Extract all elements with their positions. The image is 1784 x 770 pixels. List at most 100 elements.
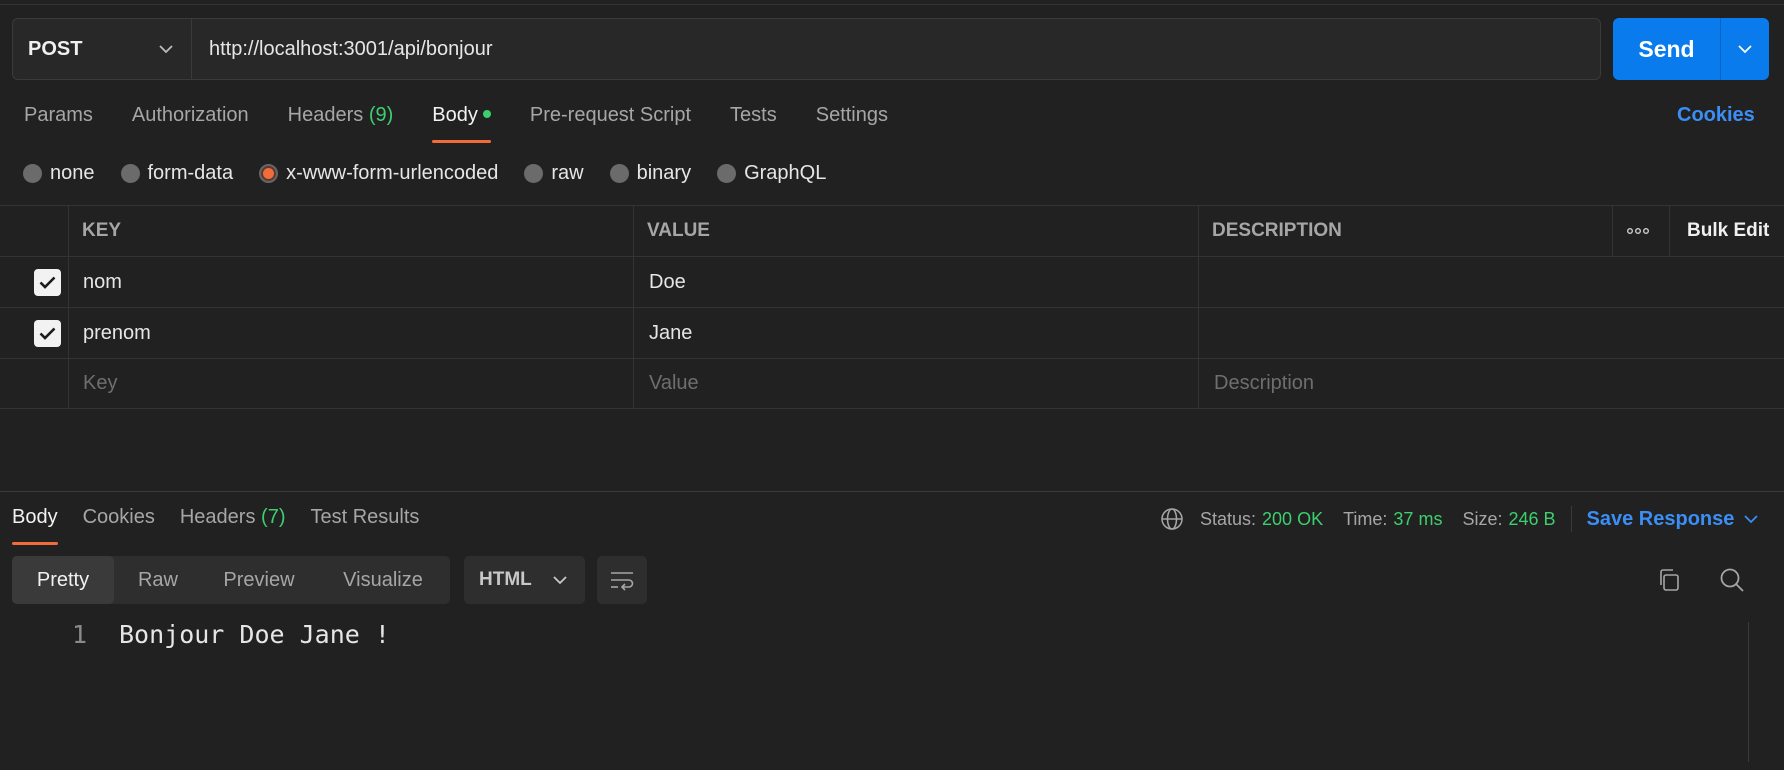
key-value-table: KEY VALUE DESCRIPTION Bulk Edit nom Doe … bbox=[0, 205, 1784, 409]
request-bar: POST http://localhost:3001/api/bonjour bbox=[12, 18, 1601, 80]
column-divider bbox=[1669, 206, 1670, 256]
radio-circle bbox=[23, 164, 42, 183]
column-divider bbox=[1198, 308, 1199, 358]
column-divider bbox=[633, 359, 634, 408]
tab-headers[interactable]: Headers (9) bbox=[288, 104, 394, 144]
status-value[interactable]: 200 OK bbox=[1262, 509, 1323, 530]
table-row: prenom Jane bbox=[0, 307, 1784, 358]
new-description-input[interactable]: Description bbox=[1214, 359, 1314, 408]
radio-circle bbox=[609, 164, 629, 183]
column-divider bbox=[1198, 359, 1199, 408]
view-preview[interactable]: Preview bbox=[202, 556, 316, 604]
radio-form-data[interactable]: form-data bbox=[120, 162, 233, 185]
radio-x-www-form-urlencoded[interactable]: x-www-form-urlencoded bbox=[259, 162, 498, 185]
chevron-down-icon bbox=[1744, 514, 1759, 523]
key-cell[interactable]: prenom bbox=[83, 308, 151, 358]
response-tab-cookies[interactable]: Cookies bbox=[83, 506, 155, 529]
chevron-down-icon bbox=[553, 575, 567, 584]
column-divider bbox=[68, 206, 69, 256]
url-text: http://localhost:3001/api/bonjour bbox=[209, 37, 493, 60]
radio-binary[interactable]: binary bbox=[609, 162, 691, 185]
wrap-lines-icon bbox=[611, 572, 634, 591]
key-column-header: KEY bbox=[82, 220, 122, 241]
method-select[interactable]: POST bbox=[13, 19, 192, 79]
radio-circle-selected bbox=[259, 164, 279, 183]
more-options-button[interactable] bbox=[1627, 206, 1649, 256]
tab-settings[interactable]: Settings bbox=[816, 104, 888, 144]
column-divider bbox=[68, 257, 69, 307]
view-visualize[interactable]: Visualize bbox=[316, 556, 450, 604]
response-body[interactable]: 1 Bonjour Doe Jane ! bbox=[0, 620, 1748, 649]
tab-tests[interactable]: Tests bbox=[730, 104, 777, 144]
send-options-button[interactable] bbox=[1720, 18, 1769, 80]
radio-circle bbox=[120, 164, 140, 183]
time-value[interactable]: 37 ms bbox=[1393, 509, 1442, 530]
response-tab-body[interactable]: Body bbox=[12, 506, 58, 545]
table-row-new: Key Value Description bbox=[0, 358, 1784, 409]
top-border bbox=[0, 4, 1784, 5]
body-type-radios: none form-data x-www-form-urlencoded raw… bbox=[23, 162, 852, 185]
value-cell[interactable]: Doe bbox=[649, 257, 686, 307]
tab-pre-request-script[interactable]: Pre-request Script bbox=[530, 104, 691, 144]
search-icon bbox=[1720, 568, 1744, 592]
tab-authorization[interactable]: Authorization bbox=[132, 104, 249, 144]
column-divider bbox=[1198, 257, 1199, 307]
value-column-header: VALUE bbox=[647, 220, 710, 241]
radio-raw[interactable]: raw bbox=[524, 162, 584, 185]
column-divider bbox=[633, 206, 634, 256]
column-divider bbox=[1612, 206, 1613, 256]
table-header-row: KEY VALUE DESCRIPTION Bulk Edit bbox=[0, 205, 1784, 256]
more-dots-icon bbox=[1627, 228, 1649, 234]
key-cell[interactable]: nom bbox=[83, 257, 122, 307]
column-divider bbox=[68, 359, 69, 408]
bulk-edit-button[interactable]: Bulk Edit bbox=[1687, 206, 1769, 256]
cookies-link[interactable]: Cookies bbox=[1677, 104, 1755, 127]
column-divider bbox=[1198, 206, 1199, 256]
size-value[interactable]: 246 B bbox=[1508, 509, 1555, 530]
response-tab-headers[interactable]: Headers (7) bbox=[180, 506, 286, 529]
row-checkbox[interactable] bbox=[34, 269, 61, 296]
request-tabs: Params Authorization Headers (9) Body Pr… bbox=[24, 104, 927, 144]
radio-graphql[interactable]: GraphQL bbox=[717, 162, 826, 185]
radio-none[interactable]: none bbox=[23, 162, 95, 185]
status-divider bbox=[1570, 506, 1572, 532]
search-button[interactable] bbox=[1718, 566, 1746, 600]
response-tabs: Body Cookies Headers (7) Test Results bbox=[12, 506, 444, 545]
url-input[interactable]: http://localhost:3001/api/bonjour bbox=[192, 19, 1600, 79]
headers-count: (9) bbox=[368, 104, 394, 126]
time-label: Time: bbox=[1343, 508, 1388, 529]
tab-body[interactable]: Body bbox=[432, 104, 491, 144]
language-select[interactable]: HTML bbox=[464, 556, 585, 604]
response-text: Bonjour Doe Jane ! bbox=[119, 620, 390, 649]
radio-circle bbox=[524, 164, 544, 183]
send-button-group: Send bbox=[1613, 18, 1769, 80]
view-mode-selector: Pretty Raw Preview Visualize bbox=[12, 556, 450, 604]
save-response-button[interactable]: Save Response bbox=[1587, 508, 1759, 531]
method-label: POST bbox=[28, 37, 83, 60]
check-icon bbox=[39, 276, 56, 289]
language-label: HTML bbox=[479, 569, 532, 590]
chevron-down-icon bbox=[1738, 44, 1752, 53]
tab-params[interactable]: Params bbox=[24, 104, 93, 144]
response-scrollbar[interactable] bbox=[1748, 622, 1749, 762]
pane-divider[interactable] bbox=[0, 491, 1784, 492]
row-checkbox[interactable] bbox=[34, 320, 61, 347]
check-icon bbox=[39, 327, 56, 340]
new-value-input[interactable]: Value bbox=[649, 359, 699, 408]
copy-button[interactable] bbox=[1655, 566, 1683, 600]
view-raw[interactable]: Raw bbox=[114, 556, 202, 604]
send-button[interactable]: Send bbox=[1613, 18, 1720, 80]
column-divider bbox=[633, 257, 634, 307]
view-pretty[interactable]: Pretty bbox=[12, 556, 114, 604]
copy-icon bbox=[1660, 569, 1679, 591]
radio-circle bbox=[717, 164, 737, 183]
value-cell[interactable]: Jane bbox=[649, 308, 692, 358]
column-divider bbox=[68, 308, 69, 358]
response-tab-test-results[interactable]: Test Results bbox=[310, 506, 419, 529]
response-status-bar: Status: 200 OK Time: 37 ms Size: 246 B Save… bbox=[1160, 506, 1759, 532]
status-label: Status: bbox=[1200, 508, 1257, 529]
modified-dot-icon bbox=[482, 110, 491, 118]
wrap-lines-button[interactable] bbox=[597, 556, 647, 604]
globe-icon[interactable] bbox=[1160, 507, 1184, 531]
new-key-input[interactable]: Key bbox=[83, 359, 117, 408]
